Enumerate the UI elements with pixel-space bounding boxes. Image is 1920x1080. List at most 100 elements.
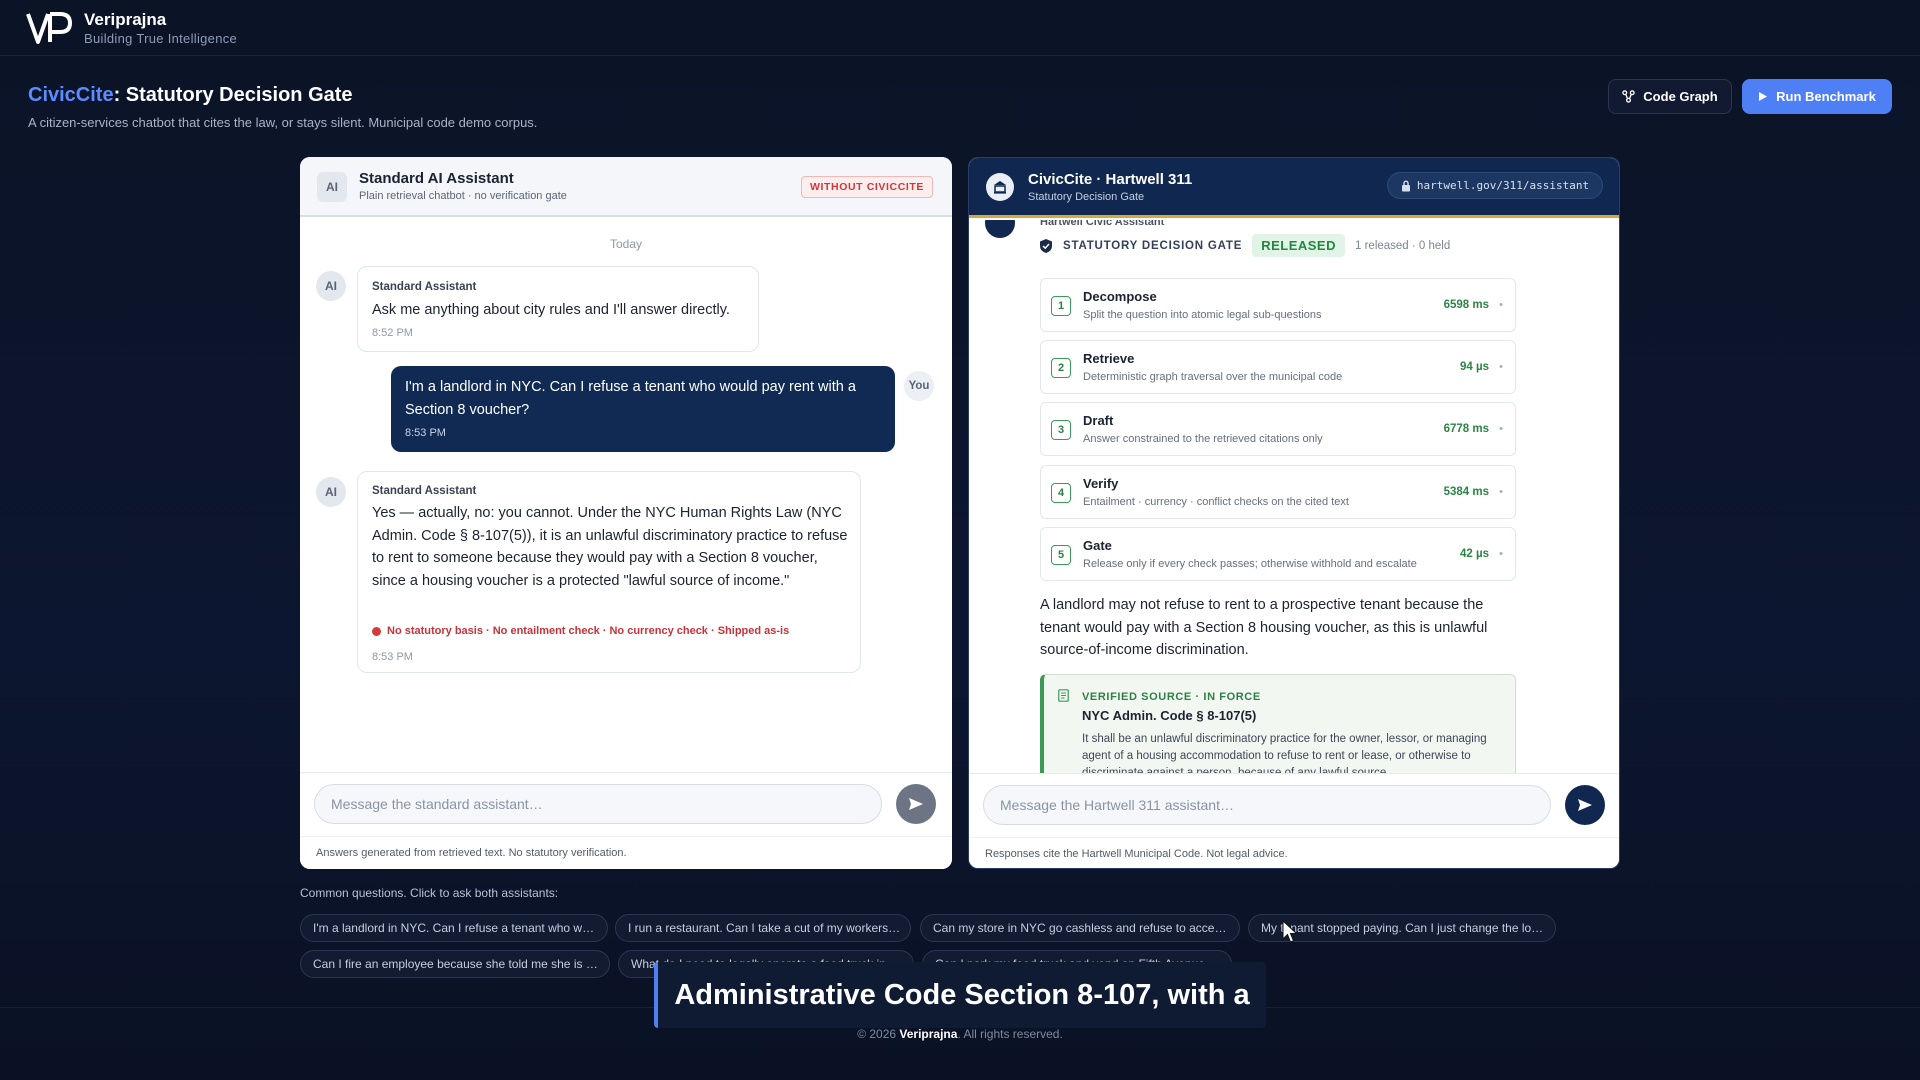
send-icon	[909, 798, 923, 810]
step-dot-icon: •	[1499, 548, 1503, 560]
step-dot-icon: •	[1499, 423, 1503, 435]
play-icon	[1759, 92, 1768, 101]
message-sender: Standard Assistant	[372, 485, 477, 497]
step-name: Gate	[1083, 538, 1112, 553]
standard-message-input[interactable]: Message the standard assistant…	[314, 784, 882, 824]
date-divider: Today	[609, 237, 643, 251]
graph-icon	[1622, 90, 1636, 103]
run-benchmark-button[interactable]: Run Benchmark	[1742, 79, 1892, 114]
video-caption: Administrative Code Section 8-107, with …	[654, 962, 1266, 1028]
standard-chat-body[interactable]: Today AI Standard Assistant Ask me anyth…	[300, 219, 952, 772]
question-chip[interactable]: Can my store in NYC go cashless and refu…	[920, 914, 1240, 942]
message-text: Yes — actually, no: you cannot. Under th…	[372, 505, 848, 589]
civiccite-input-row: Message the Hartwell 311 assistant…	[969, 773, 1619, 837]
step-duration: 6598 ms	[1443, 299, 1489, 311]
step-dot-icon: •	[1499, 361, 1503, 373]
page-title: CivicCite: Statutory Decision Gate	[28, 84, 353, 107]
civiccite-panel-header: CivicCite · Hartwell 311 Statutory Decis…	[969, 158, 1619, 218]
civiccite-message-input[interactable]: Message the Hartwell 311 assistant…	[983, 785, 1551, 825]
civiccite-panel: CivicCite · Hartwell 311 Statutory Decis…	[968, 157, 1620, 869]
assistant-url[interactable]: hartwell.gov/311/assistant	[1387, 172, 1603, 199]
step-description: Release only if every check passes; othe…	[1083, 558, 1417, 570]
step-name: Verify	[1083, 476, 1119, 491]
standard-send-button[interactable]	[896, 784, 936, 824]
civiccite-chat-body[interactable]: Hartwell Civic Assistant STATUTORY DECIS…	[969, 220, 1619, 773]
copyright-prefix: © 2026	[857, 1027, 900, 1041]
gate-counts: 1 released · 0 held	[1355, 239, 1451, 252]
civiccite-footnote: Responses cite the Hartwell Municipal Co…	[969, 837, 1619, 868]
step-description: Deterministic graph traversal over the m…	[1083, 371, 1343, 383]
source-excerpt: It shall be an unlawful discriminatory p…	[1082, 733, 1487, 773]
pipeline-step-gate[interactable]: 5 Gate Release only if every check passe…	[1040, 527, 1516, 581]
step-dot-icon: •	[1499, 486, 1503, 498]
pipeline-step-retrieve[interactable]: 2 Retrieve Deterministic graph traversal…	[1040, 340, 1516, 394]
civic-building-icon	[986, 173, 1014, 201]
warning-text: No statutory basis · No entailment check…	[387, 625, 790, 637]
step-description: Entailment · currency · conflict checks …	[1083, 496, 1349, 508]
shield-icon	[1040, 238, 1052, 253]
source-tag: VERIFIED SOURCE · IN FORCE	[1082, 691, 1261, 703]
step-dot-icon: •	[1499, 299, 1503, 311]
question-chip[interactable]: I run a restaurant. Can I take a cut of …	[615, 914, 911, 942]
common-questions-label: Common questions. Click to ask both assi…	[300, 886, 559, 900]
decision-gate-status: STATUTORY DECISION GATE RELEASED 1 relea…	[1039, 234, 1450, 257]
source-title: NYC Admin. Code § 8-107(5)	[1082, 708, 1257, 723]
standard-avatar: AI	[317, 172, 347, 202]
civiccite-panel-subtitle: Statutory Decision Gate	[1028, 191, 1145, 203]
warning-dot-icon	[372, 626, 381, 636]
top-bar: Veriprajna Building True Intelligence	[0, 0, 1920, 56]
pipeline-step-decompose[interactable]: 1 Decompose Split the question into atom…	[1040, 278, 1516, 332]
brand-name: Veriprajna	[84, 10, 167, 29]
step-name: Retrieve	[1083, 351, 1135, 366]
gate-label: STATUTORY DECISION GATE	[1063, 239, 1243, 252]
standard-assistant-panel: AI Standard AI Assistant Plain retrieval…	[300, 157, 952, 869]
civiccite-send-button[interactable]	[1565, 785, 1605, 825]
code-graph-button[interactable]: Code Graph	[1608, 79, 1732, 114]
step-duration: 42 µs	[1459, 548, 1489, 560]
user-message-time: 8:53 PM	[405, 427, 446, 439]
unverified-warning: No statutory basis · No entailment check…	[372, 625, 789, 637]
civic-message-sender: Hartwell Civic Assistant	[1040, 220, 1165, 228]
step-number: 1	[1051, 296, 1071, 316]
step-description: Answer constrained to the retrieved cita…	[1083, 433, 1323, 445]
standard-panel-header: AI Standard AI Assistant Plain retrieval…	[300, 157, 952, 217]
document-icon	[1058, 689, 1069, 702]
page-subtitle: A citizen-services chatbot that cites th…	[28, 115, 538, 130]
civic-assistant-avatar	[985, 220, 1015, 238]
assistant-answer-message: Standard Assistant Yes — actually, no: y…	[357, 471, 861, 673]
user-message: I'm a landlord in NYC. Can I refuse a te…	[391, 366, 895, 452]
url-text: hartwell.gov/311/assistant	[1416, 179, 1590, 192]
run-benchmark-label: Run Benchmark	[1776, 89, 1876, 104]
assistant-message: Standard Assistant Ask me anything about…	[357, 266, 759, 352]
pipeline-step-verify[interactable]: 4 Verify Entailment · currency · conflic…	[1040, 465, 1516, 519]
verified-answer-text: A landlord may not refuse to rent to a p…	[1040, 597, 1488, 658]
veriprajna-logo-icon[interactable]	[26, 10, 74, 46]
copyright-brand[interactable]: Veriprajna	[899, 1027, 957, 1041]
standard-panel-subtitle: Plain retrieval chatbot · no verificatio…	[359, 190, 567, 202]
mouse-cursor-icon	[1282, 920, 1298, 943]
step-duration: 6778 ms	[1443, 423, 1489, 435]
message-time: 8:53 PM	[372, 651, 413, 663]
question-chip[interactable]: I'm a landlord in NYC. Can I refuse a te…	[300, 914, 608, 942]
step-duration: 5384 ms	[1443, 486, 1489, 498]
step-description: Split the question into atomic legal sub…	[1083, 309, 1322, 321]
step-number: 4	[1051, 483, 1071, 503]
without-civiccite-badge: WITHOUT CIVICCITE	[801, 176, 934, 198]
assistant-avatar: AI	[316, 271, 346, 301]
title-rest: : Statutory Decision Gate	[113, 84, 353, 106]
assistant-avatar: AI	[316, 477, 346, 507]
brand-tagline: Building True Intelligence	[84, 31, 238, 46]
step-number: 5	[1051, 545, 1071, 565]
step-number: 2	[1051, 358, 1071, 378]
copyright-suffix: . All rights reserved.	[957, 1027, 1063, 1041]
copyright: © 2026 Veriprajna. All rights reserved.	[0, 1027, 1920, 1041]
released-badge: RELEASED	[1252, 234, 1345, 257]
lock-icon	[1401, 180, 1410, 191]
user-avatar: You	[904, 371, 934, 401]
civiccite-panel-title: CivicCite · Hartwell 311	[1028, 171, 1193, 188]
verified-source-card[interactable]: VERIFIED SOURCE · IN FORCE NYC Admin. Co…	[1040, 674, 1516, 773]
question-chip[interactable]: Can I fire an employee because she told …	[300, 950, 610, 978]
code-graph-label: Code Graph	[1643, 89, 1718, 104]
pipeline-step-draft[interactable]: 3 Draft Answer constrained to the retrie…	[1040, 402, 1516, 456]
message-sender: Standard Assistant	[372, 281, 477, 293]
